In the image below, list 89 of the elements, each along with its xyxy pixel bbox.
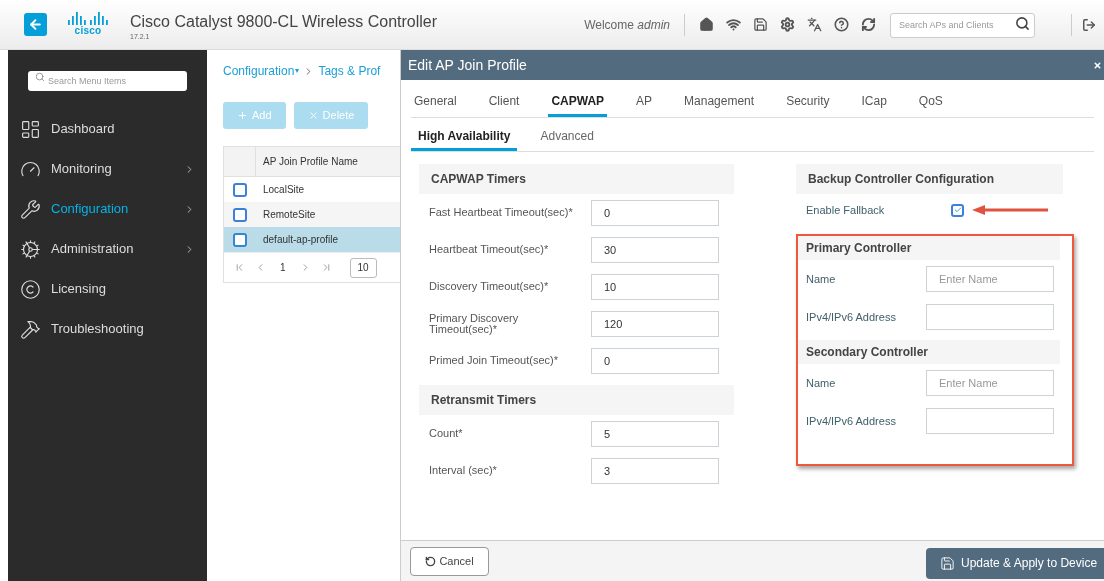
home-icon[interactable] xyxy=(699,17,714,32)
row-checkbox[interactable] xyxy=(233,207,247,222)
x-icon xyxy=(307,110,319,121)
sidebar-item[interactable]: Dashboard xyxy=(8,109,207,149)
field-label: Fast Heartbeat Timeout(sec)* xyxy=(429,207,574,218)
field-label: Interval (sec)* xyxy=(429,465,498,476)
hammer-icon xyxy=(20,318,41,340)
back-arrow-icon xyxy=(28,17,43,32)
section-header: Backup Controller Configuration xyxy=(796,164,1063,194)
text-field[interactable]: 120 xyxy=(591,310,719,337)
table-cell-text: RemoteSite xyxy=(263,208,316,222)
sidebar-item[interactable]: Administration xyxy=(8,229,207,269)
wifi-icon[interactable] xyxy=(726,17,741,32)
tab[interactable]: Security xyxy=(783,87,833,117)
field-label: Discovery Timeout(sec)* xyxy=(429,281,550,292)
settings-icon[interactable] xyxy=(780,17,795,32)
field-label: Primed Join Timeout(sec)* xyxy=(429,355,559,366)
search-icon xyxy=(35,72,45,82)
text-field[interactable] xyxy=(926,304,1054,330)
page-size-select[interactable]: 10 xyxy=(349,257,377,278)
text-field[interactable]: Enter Name xyxy=(926,266,1054,292)
column-header: AP Join Profile Name xyxy=(263,155,358,169)
table-row[interactable]: default-ap-profile xyxy=(224,227,400,252)
subtab[interactable]: Advanced xyxy=(533,123,601,151)
section-header: Primary Controller xyxy=(798,236,1060,260)
tab[interactable]: ICap xyxy=(858,87,890,117)
field-label: Name xyxy=(806,375,837,391)
section-header: CAPWAP Timers xyxy=(419,164,734,194)
welcome-text: Welcome admin xyxy=(584,16,670,34)
search-field[interactable]: Search APs and Clients xyxy=(890,12,1035,38)
undo-icon xyxy=(425,555,437,567)
field-label: Heartbeat Timeout(sec)* xyxy=(429,244,550,255)
tab[interactable]: General xyxy=(411,87,460,117)
caret-icon: ▾ xyxy=(295,65,300,77)
refresh-icon[interactable] xyxy=(861,17,876,32)
cancel-button[interactable]: Cancel xyxy=(410,546,489,576)
menu-search-field[interactable]: Search Menu Items xyxy=(28,71,187,91)
sidebar-item[interactable]: Configuration xyxy=(8,189,207,229)
text-field[interactable]: 10 xyxy=(591,273,719,300)
back-button[interactable] xyxy=(24,13,47,36)
tab[interactable]: Client xyxy=(485,87,523,117)
section-header: Retransmit Timers xyxy=(419,385,734,415)
sidebar-item[interactable]: Monitoring xyxy=(8,149,207,189)
logout-icon[interactable] xyxy=(1082,17,1096,32)
field-label: Name xyxy=(806,271,837,287)
help-icon[interactable] xyxy=(834,17,849,32)
text-field[interactable]: 3 xyxy=(591,457,719,484)
translate-icon[interactable] xyxy=(807,17,822,32)
text-field[interactable] xyxy=(926,408,1054,434)
table-cell-text: default-ap-profile xyxy=(263,233,339,247)
tab[interactable]: QoS xyxy=(915,87,946,117)
section-header: Secondary Controller xyxy=(798,340,1060,364)
sidebar-item[interactable]: Licensing xyxy=(8,269,207,309)
tab[interactable]: CAPWAP xyxy=(548,87,608,117)
table-row[interactable]: RemoteSite xyxy=(224,202,400,227)
tab[interactable]: AP xyxy=(633,87,656,117)
logo-text: cisco xyxy=(74,25,102,36)
fallback-label: Enable Fallback xyxy=(806,202,886,218)
save-icon[interactable] xyxy=(753,17,768,32)
logo-bars-icon xyxy=(67,11,109,26)
wrench-icon xyxy=(20,198,41,220)
text-field[interactable]: Enter Name xyxy=(926,370,1054,396)
copyright-icon xyxy=(20,278,41,300)
table-cell-text: LocalSite xyxy=(263,183,305,197)
row-checkbox[interactable] xyxy=(233,232,247,247)
text-field[interactable]: 0 xyxy=(591,199,719,226)
gear-icon xyxy=(20,238,41,260)
field-label: IPv4/IPv6 Address xyxy=(806,309,897,325)
tab[interactable]: Management xyxy=(681,87,758,117)
check-icon xyxy=(953,206,962,214)
panel-title: Edit AP Join Profile xyxy=(408,55,527,75)
plus-icon xyxy=(237,110,248,121)
text-field[interactable]: 30 xyxy=(591,236,719,263)
page-number: 1 xyxy=(280,261,286,275)
fallback-checkbox[interactable] xyxy=(951,203,964,217)
dashboard-icon xyxy=(20,118,41,140)
field-label: Primary Discovery Timeout(sec)* xyxy=(429,312,520,335)
app-title: Cisco Catalyst 9800-CL Wireless Controller xyxy=(130,12,438,33)
sidebar-item[interactable]: Troubleshooting xyxy=(8,309,207,349)
apply-button[interactable]: Update & Apply to Device xyxy=(926,547,1104,579)
field-label: Count* xyxy=(429,428,464,439)
row-checkbox[interactable] xyxy=(233,182,247,197)
text-field[interactable]: 0 xyxy=(591,347,719,374)
text-field[interactable]: 5 xyxy=(591,420,719,447)
search-icon xyxy=(1015,16,1030,32)
save-icon xyxy=(940,555,955,571)
close-icon[interactable] xyxy=(1093,60,1102,70)
subtab[interactable]: High Availability xyxy=(411,123,518,151)
field-label: IPv4/IPv6 Address xyxy=(806,413,897,429)
